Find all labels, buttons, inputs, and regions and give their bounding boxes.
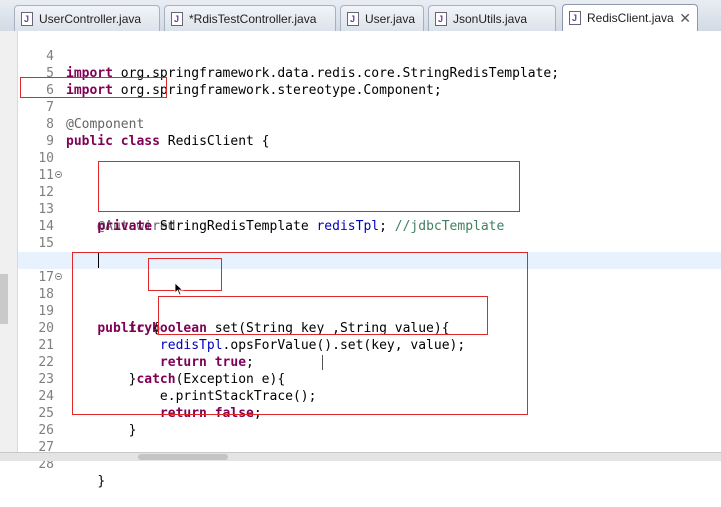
java-file-icon	[21, 12, 33, 26]
code-line: 5 import org.springframework.stereotype.…	[18, 48, 721, 98]
tab-label: RedisClient.java	[587, 11, 674, 25]
code-line: 10	[18, 133, 721, 166]
close-icon[interactable]: ✕	[679, 5, 691, 31]
highlight-box-autowired	[98, 161, 520, 212]
tab-label: JsonUtils.java	[453, 12, 528, 26]
code-line: 27	[18, 422, 721, 455]
left-gutter	[0, 31, 18, 460]
code-line: 15	[18, 218, 721, 251]
java-file-icon	[171, 12, 183, 26]
highlight-box-boolean	[148, 258, 222, 291]
code-editor[interactable]: 4 import org.springframework.data.redis.…	[18, 31, 721, 489]
editor-tab-bar: UserController.java *RdisTestController.…	[0, 0, 721, 32]
code-line: 8 public class RedisClient {	[18, 99, 721, 149]
highlight-box-component	[20, 77, 167, 98]
scroll-marker	[0, 274, 8, 324]
tab-redis-client[interactable]: RedisClient.java ✕	[562, 4, 698, 32]
code-text: }	[97, 474, 106, 489]
code-line: 4 import org.springframework.data.redis.…	[18, 31, 721, 81]
code-line: 16	[18, 235, 721, 268]
tab-label: User.java	[365, 12, 416, 26]
java-file-icon	[569, 11, 581, 25]
fold-toggle-icon[interactable]	[55, 273, 62, 280]
tab-label: *RdisTestController.java	[189, 12, 317, 26]
fold-toggle-icon[interactable]	[55, 171, 62, 178]
java-file-icon	[347, 12, 359, 26]
tab-user[interactable]: User.java	[340, 5, 424, 31]
java-file-icon	[435, 12, 447, 26]
highlight-box-redis-call	[158, 296, 488, 335]
tab-user-controller[interactable]: UserController.java	[14, 5, 160, 31]
code-line: 9	[18, 116, 721, 149]
tab-json-utils[interactable]: JsonUtils.java	[428, 5, 556, 31]
scrollbar-thumb[interactable]	[138, 454, 228, 460]
mouse-cursor-icon	[174, 282, 184, 296]
tab-rdis-test-controller[interactable]: *RdisTestController.java	[164, 5, 336, 31]
tab-label: UserController.java	[39, 12, 142, 26]
